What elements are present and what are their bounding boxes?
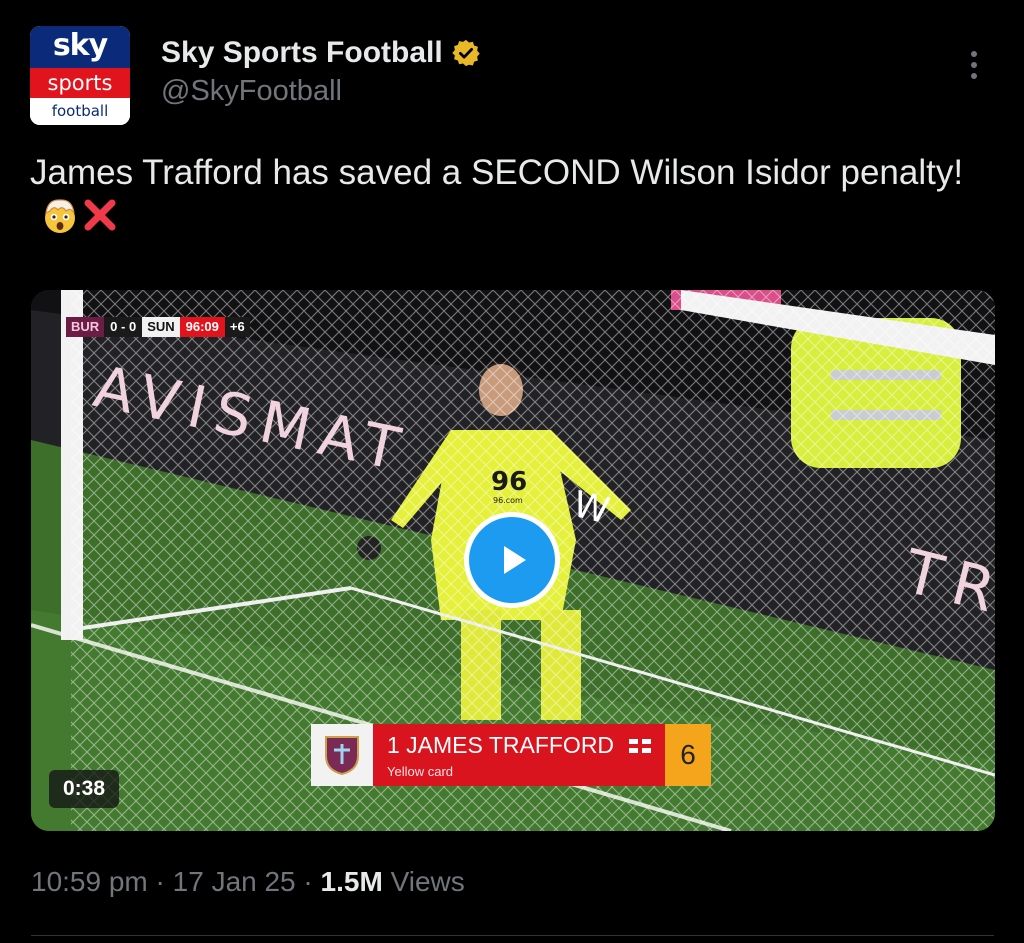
club-crest-icon — [311, 724, 373, 786]
video-duration: 0:38 — [49, 770, 120, 808]
video-player[interactable]: AVISMAT W TR 96 96.com BUR 0 - 0 SUN 96:… — [31, 290, 995, 831]
england-flag-icon — [629, 739, 651, 753]
tweet-meta: 10:59 pm · 17 Jan 25 · 1.5M Views — [31, 866, 465, 898]
scorebug-added-time: +6 — [224, 317, 250, 337]
shirt-sponsor: 96.com — [493, 496, 523, 505]
scorebug: BUR 0 - 0 SUN 96:09 +6 — [66, 317, 250, 337]
cross-mark-emoji-icon — [84, 199, 116, 231]
play-icon — [504, 546, 526, 574]
verified-badge-icon — [451, 39, 480, 67]
caption-player-name: 1 JAMES TRAFFORD — [387, 732, 615, 758]
tweet-time[interactable]: 10:59 pm — [31, 866, 148, 897]
views-label: Views — [390, 866, 465, 897]
meta-separator: · — [303, 866, 313, 897]
avatar-sports-text: sports — [47, 71, 113, 95]
shirt-number: 96 — [491, 467, 527, 497]
views-count[interactable]: 1.5M — [321, 866, 383, 897]
display-name-text: Sky Sports Football — [161, 36, 443, 69]
tweet-text-body: James Trafford has saved a SECOND Wilson… — [30, 153, 964, 192]
play-button[interactable] — [464, 512, 560, 608]
tweet-date[interactable]: 17 Jan 25 — [173, 866, 296, 897]
tweet-text: James Trafford has saved a SECOND Wilson… — [30, 150, 990, 240]
scorebug-score: 0 - 0 — [104, 317, 143, 337]
player-caption: 1 JAMES TRAFFORD Yellow card 6 — [311, 724, 711, 786]
scorebug-home-team: BUR — [66, 317, 105, 337]
avatar-sky-logo: sky — [52, 28, 108, 63]
scorebug-away-team: SUN — [142, 317, 180, 337]
scorebug-clock: 96:09 — [179, 317, 225, 337]
avatar[interactable]: sky sports football — [30, 26, 130, 125]
meta-separator: · — [155, 866, 165, 897]
exploding-head-emoji-icon — [45, 199, 75, 233]
avatar-football-text: football — [51, 102, 109, 120]
divider — [31, 935, 994, 936]
caption-number: 6 — [665, 724, 711, 786]
more-options-icon[interactable] — [962, 48, 986, 84]
display-name[interactable]: Sky Sports Football — [161, 36, 481, 70]
caption-subtitle: Yellow card — [387, 764, 454, 779]
account-handle[interactable]: @SkyFootball — [161, 75, 342, 108]
